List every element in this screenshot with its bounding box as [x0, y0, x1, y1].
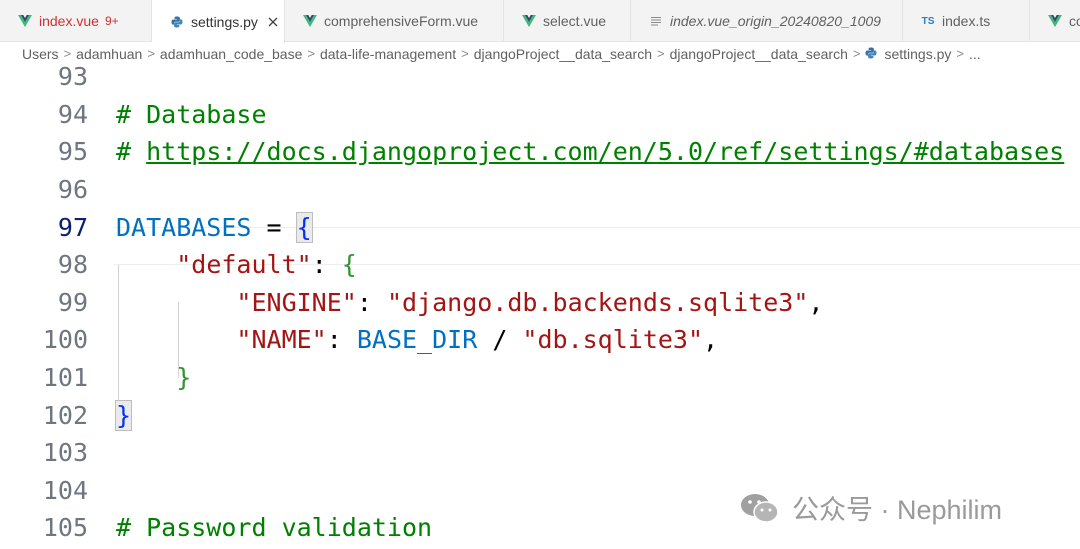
line-number: 95	[57, 137, 88, 167]
python-icon	[865, 47, 878, 60]
tab-select-vue[interactable]: select.vue	[504, 0, 631, 42]
bracket: }	[176, 363, 192, 393]
python-icon	[170, 15, 184, 29]
tab-label: index.vue_origin_20240820_1009	[670, 13, 881, 29]
breadcrumb-separator: >	[63, 46, 72, 61]
tab-label: select.vue	[543, 13, 607, 29]
string-key: "NAME"	[236, 325, 327, 355]
code-line: 96	[0, 171, 1080, 209]
code-line: 93	[0, 64, 1080, 96]
code-line: 94 # Database	[0, 96, 1080, 134]
code-line-current: 97 DATABASES = {	[0, 208, 1080, 246]
breadcrumb-separator: >	[461, 46, 469, 61]
bracket-match: }	[114, 399, 133, 431]
line-number: 93	[57, 64, 88, 92]
vue-icon	[18, 14, 32, 28]
watermark-text: 公众号 · Nephilim	[792, 495, 1003, 525]
line-number: 105	[42, 513, 88, 543]
breadcrumb-separator: >	[147, 46, 155, 61]
breadcrumb-item-more[interactable]: ...	[969, 46, 981, 62]
operator: ,	[808, 287, 824, 317]
tab-index-vue-origin[interactable]: index.vue_origin_20240820_1009	[631, 0, 903, 42]
comment: # Database	[116, 99, 267, 129]
breadcrumb-item-label: settings.py	[884, 45, 952, 62]
string-value: "django.db.backends.sqlite3"	[386, 287, 809, 317]
line-number: 94	[57, 99, 88, 129]
operator: :	[356, 287, 387, 317]
breadcrumb-item[interactable]: djangoProject__data_search	[670, 46, 848, 62]
tab-label: index.vue	[39, 13, 99, 29]
line-number: 98	[57, 250, 88, 280]
operator: ,	[703, 325, 719, 355]
breadcrumb-item[interactable]: Users	[22, 46, 59, 62]
tab-label: co	[1069, 13, 1080, 29]
line-number: 97	[57, 212, 88, 242]
wechat-icon	[740, 492, 780, 524]
tab-settings-py[interactable]: settings.py	[152, 0, 285, 43]
editor-tab-bar: index.vue 9+ settings.py comprehensiveFo…	[0, 0, 1080, 43]
tab-index-ts[interactable]: TS index.ts	[903, 0, 1030, 42]
variable: DATABASES	[116, 212, 252, 242]
string-key: "default"	[176, 250, 312, 280]
comment: # Password validation	[116, 513, 433, 543]
breadcrumb-item[interactable]: djangoProject__data_search	[474, 46, 652, 62]
tab-label: index.ts	[942, 13, 991, 29]
line-number: 96	[57, 175, 88, 205]
code-line: 102 }	[0, 396, 1080, 434]
vue-icon	[1048, 14, 1062, 28]
code-editor[interactable]: 93 94 # Database 95 # https://docs.djang…	[0, 64, 1080, 549]
line-number: 103	[42, 438, 88, 468]
breadcrumb: Users > adamhuan > adamhuan_code_base > …	[0, 43, 1080, 64]
breadcrumb-item[interactable]: data-life-management	[320, 46, 456, 62]
line-number: 101	[42, 363, 88, 393]
file-lines-icon	[649, 14, 663, 28]
tab-label: comprehensiveForm.vue	[324, 13, 479, 29]
close-icon[interactable]	[268, 15, 278, 29]
line-number: 104	[42, 475, 88, 505]
docs-link[interactable]: https://docs.djangoproject.com/en/5.0/re…	[146, 137, 1064, 166]
breadcrumb-item-file[interactable]: settings.py	[865, 46, 951, 62]
line-number: 99	[57, 287, 88, 317]
problems-badge: 9+	[104, 14, 119, 28]
operator: :	[326, 325, 357, 355]
code-line: 98 "default": {	[0, 246, 1080, 284]
tab-label: settings.py	[191, 13, 258, 30]
line-number: 102	[42, 400, 88, 430]
breadcrumb-item[interactable]: adamhuan	[76, 46, 142, 62]
operator: :	[311, 250, 342, 280]
tab-overflow[interactable]: co	[1030, 0, 1080, 42]
tab-index-vue[interactable]: index.vue 9+	[0, 0, 152, 42]
code-line: 99 "ENGINE": "django.db.backends.sqlite3…	[0, 284, 1080, 322]
breadcrumb-separator: >	[307, 46, 315, 61]
breadcrumb-separator: >	[956, 46, 964, 61]
operator: /	[477, 325, 523, 355]
watermark: 公众号 · Nephilim	[740, 488, 1002, 527]
breadcrumb-separator: >	[657, 46, 665, 61]
code-line: 100 "NAME": BASE_DIR / "db.sqlite3",	[0, 321, 1080, 359]
code-line: 103	[0, 434, 1080, 472]
operator: =	[251, 212, 297, 242]
vue-icon	[303, 14, 317, 28]
code-line: 95 # https://docs.djangoproject.com/en/5…	[0, 133, 1080, 171]
bracket: {	[341, 250, 357, 280]
bracket-match: {	[295, 211, 313, 243]
line-number: 100	[42, 325, 88, 355]
string-key: "ENGINE"	[236, 287, 357, 317]
comment-hash: #	[116, 137, 147, 167]
breadcrumb-separator: >	[852, 46, 861, 61]
code-line: 101 }	[0, 359, 1080, 397]
tab-comprehensiveform-vue[interactable]: comprehensiveForm.vue	[285, 0, 504, 42]
string-value: "db.sqlite3"	[522, 325, 704, 355]
typescript-icon: TS	[921, 15, 935, 27]
vue-icon	[522, 14, 536, 28]
breadcrumb-item[interactable]: adamhuan_code_base	[160, 46, 302, 62]
variable: BASE_DIR	[356, 325, 478, 355]
